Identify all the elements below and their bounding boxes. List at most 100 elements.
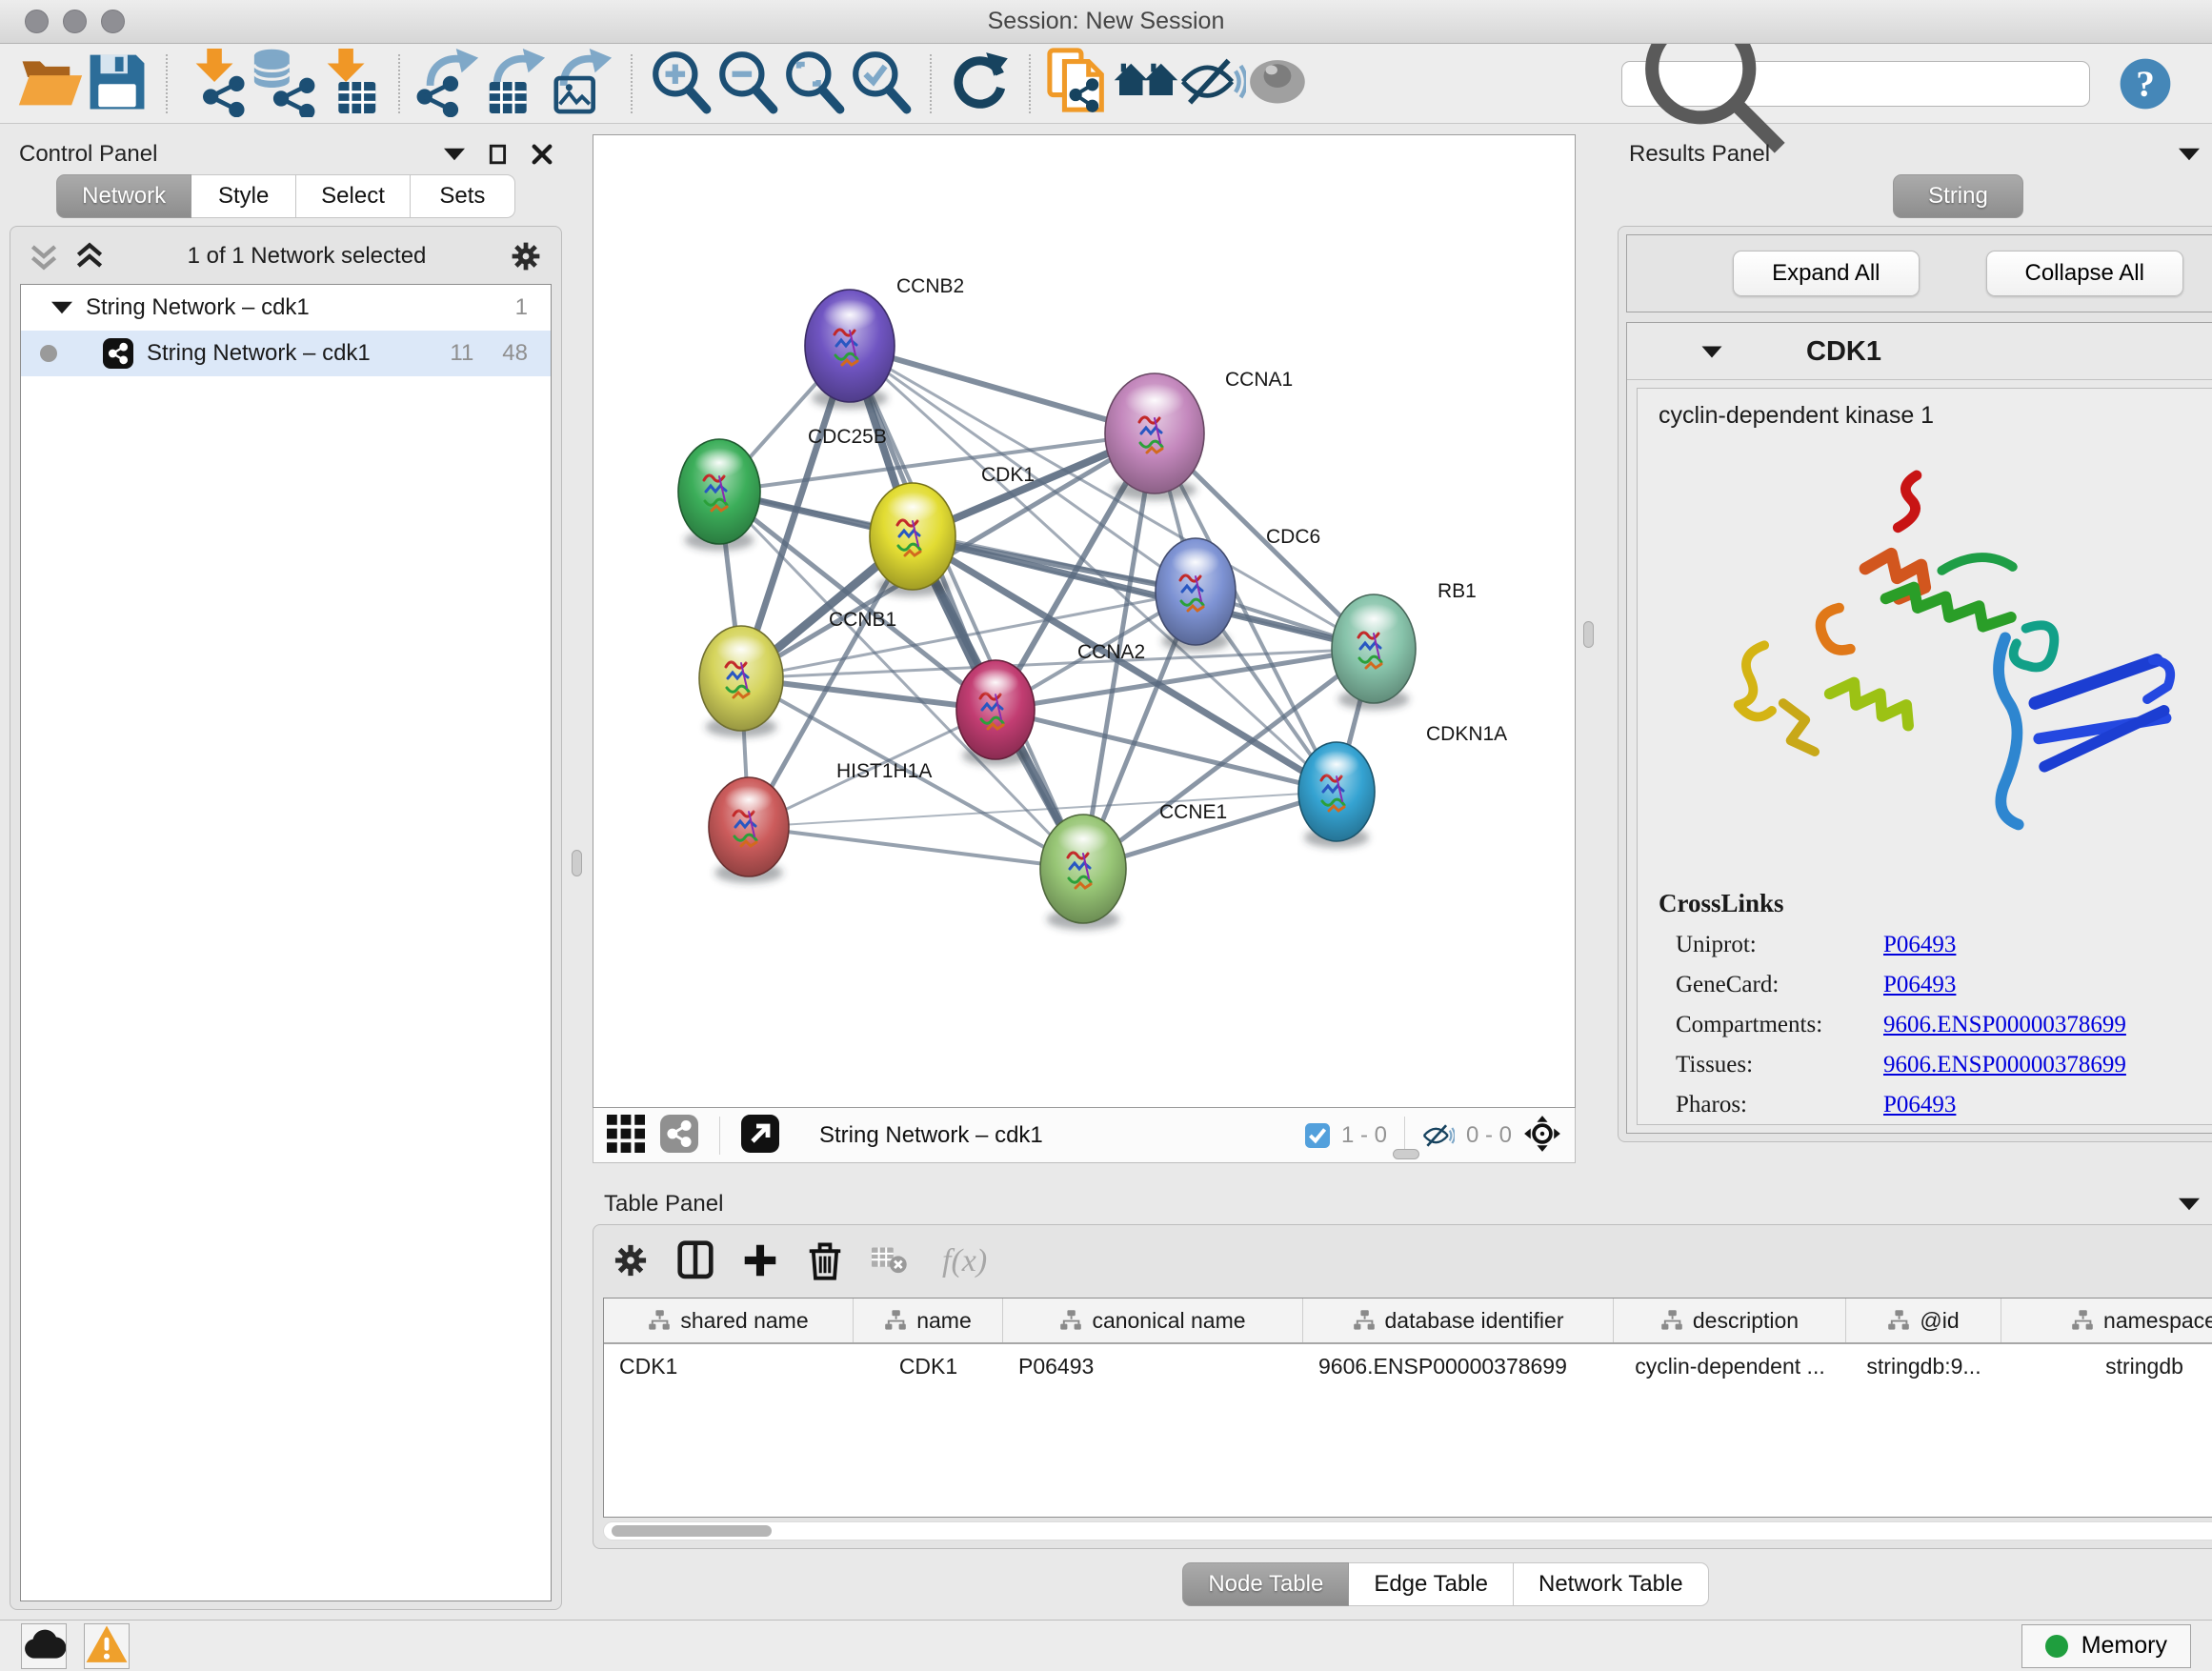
- dock-menu-icon[interactable]: [2179, 1194, 2200, 1215]
- birdseye-grid-button[interactable]: [607, 1117, 645, 1155]
- crosslink-link[interactable]: 9606.ENSP00000378699: [1883, 1012, 2126, 1038]
- expand-all-button[interactable]: Expand All: [1733, 251, 1919, 296]
- import-table-button[interactable]: [316, 50, 383, 117]
- warnings-button[interactable]: [84, 1623, 130, 1669]
- column-header-id[interactable]: @id: [1846, 1299, 2001, 1342]
- detach-view-button[interactable]: [741, 1117, 779, 1155]
- export-network-button[interactable]: [415, 50, 482, 117]
- network-node-ccna2[interactable]: CCNA2: [956, 641, 1145, 766]
- table-options-button[interactable]: [613, 1242, 649, 1280]
- zoom-in-button[interactable]: [648, 50, 714, 117]
- gene-symbol: CDK1: [1806, 336, 1881, 368]
- memory-button[interactable]: Memory: [2021, 1624, 2191, 1668]
- expand-all-icon[interactable]: [75, 242, 104, 271]
- tab-edge-table[interactable]: Edge Table: [1349, 1562, 1514, 1606]
- minimize-window-button[interactable]: [63, 10, 87, 33]
- tab-string[interactable]: String: [1893, 174, 2023, 218]
- hidden-eye-icon[interactable]: [1422, 1122, 1455, 1149]
- gene-description: cyclin-dependent kinase 1: [1659, 402, 2212, 430]
- column-header-database-identifier[interactable]: database identifier: [1303, 1299, 1614, 1342]
- collapse-all-button[interactable]: Collapse All: [1986, 251, 2183, 296]
- network-node-rb1[interactable]: RB1: [1332, 580, 1477, 710]
- save-floppy-icon: [84, 49, 151, 118]
- crosslink-link[interactable]: P06493: [1883, 972, 1956, 998]
- open-session-button[interactable]: [17, 50, 84, 117]
- function-builder-button[interactable]: f(x): [942, 1243, 987, 1279]
- zoom-fit-button[interactable]: [781, 50, 848, 117]
- selected-checkbox-icon[interactable]: [1305, 1123, 1330, 1148]
- column-header-shared-name[interactable]: shared name: [604, 1299, 854, 1342]
- add-column-button[interactable]: [742, 1242, 778, 1280]
- string-home-button[interactable]: [1113, 50, 1179, 117]
- collapse-all-icon[interactable]: [30, 242, 58, 271]
- network-options-button[interactable]: [510, 240, 542, 272]
- dock-menu-icon[interactable]: [444, 144, 465, 165]
- show-columns-button[interactable]: [677, 1242, 714, 1280]
- import-network-database-button[interactable]: [250, 50, 316, 117]
- right-splitter-handle[interactable]: [1583, 621, 1594, 648]
- cell-canonical-name: P06493: [1003, 1354, 1303, 1379]
- gene-card-body: cyclin-dependent kinase 1: [1637, 388, 2212, 1125]
- column-header-description[interactable]: description: [1614, 1299, 1846, 1342]
- dock-menu-icon[interactable]: [2179, 144, 2200, 165]
- tab-node-table[interactable]: Node Table: [1182, 1562, 1349, 1606]
- save-session-button[interactable]: [84, 50, 151, 117]
- search-input[interactable]: [1800, 70, 2078, 97]
- tab-style[interactable]: Style: [191, 174, 296, 218]
- close-window-button[interactable]: [25, 10, 49, 33]
- crosslink-row-compartments: Compartments:9606.ENSP00000378699: [1676, 1012, 2212, 1038]
- show-panel-button[interactable]: [1246, 50, 1313, 117]
- zoom-selected-button[interactable]: [848, 50, 915, 117]
- column-header-name[interactable]: name: [854, 1299, 1003, 1342]
- network-node-cdkn1a[interactable]: CDKN1A: [1298, 723, 1507, 848]
- export-table-button[interactable]: [482, 50, 549, 117]
- gene-card-header[interactable]: CDK1: [1627, 323, 2212, 380]
- cloud-status-button[interactable]: [21, 1623, 67, 1669]
- network-node-cdc25b[interactable]: CDC25B: [678, 426, 887, 551]
- network-node-ccna1[interactable]: CCNA1: [1105, 369, 1293, 500]
- collection-label: String Network – cdk1: [86, 294, 310, 321]
- crosslink-link[interactable]: 9606.ENSP00000378699: [1883, 1052, 2126, 1078]
- table-horizontal-scrollbar[interactable]: [603, 1521, 2212, 1540]
- network-collection-row[interactable]: String Network – cdk1 1: [21, 285, 551, 331]
- toolbar-separator: [166, 54, 168, 113]
- table-row[interactable]: CDK1CDK1P064939606.ENSP00000378699cyclin…: [604, 1344, 2212, 1388]
- maximize-window-button[interactable]: [101, 10, 125, 33]
- export-image-button[interactable]: [549, 50, 615, 117]
- network-node-ccnb2[interactable]: CCNB2: [805, 275, 964, 409]
- help-button[interactable]: ?: [2119, 57, 2172, 111]
- scrollbar-thumb[interactable]: [612, 1525, 772, 1537]
- string-import-button[interactable]: [1046, 50, 1113, 117]
- left-splitter-handle[interactable]: [572, 850, 582, 876]
- delete-column-button[interactable]: [807, 1242, 843, 1280]
- network-canvas[interactable]: CCNB2CCNA1CDC25BCDK1CDC6RB1CCNB1CCNA2CDK…: [593, 134, 1576, 1108]
- crosslink-link[interactable]: P06493: [1883, 1092, 1956, 1118]
- dock-float-icon[interactable]: [488, 144, 509, 165]
- tab-select[interactable]: Select: [296, 174, 411, 218]
- crosslink-link[interactable]: P06493: [1883, 932, 1956, 958]
- network-node-count: 11: [450, 340, 473, 367]
- horizontal-splitter-handle[interactable]: [1393, 1149, 1419, 1159]
- import-network-file-button[interactable]: [183, 50, 250, 117]
- tab-sets[interactable]: Sets: [411, 174, 515, 218]
- crosslink-label: Compartments:: [1676, 1012, 1883, 1038]
- node-label-ccna2: CCNA2: [1077, 641, 1145, 663]
- delete-table-button[interactable]: [872, 1242, 908, 1280]
- apply-layout-button[interactable]: [947, 50, 1014, 117]
- collection-expander-icon[interactable]: [51, 300, 72, 315]
- tab-network[interactable]: Network: [56, 174, 191, 218]
- open-folder-icon: [17, 54, 84, 113]
- network-node-ccne1[interactable]: CCNE1: [1040, 801, 1227, 930]
- network-share-button[interactable]: [660, 1117, 698, 1155]
- hide-panel-button[interactable]: [1179, 50, 1246, 117]
- zoom-out-button[interactable]: [714, 50, 781, 117]
- network-row[interactable]: String Network – cdk1 11 48: [21, 331, 551, 376]
- dock-close-icon[interactable]: [532, 144, 553, 165]
- node-label-cdc6: CDC6: [1266, 526, 1320, 548]
- column-header-namespace[interactable]: namespace: [2001, 1299, 2212, 1342]
- network-graph[interactable]: CCNB2CCNA1CDC25BCDK1CDC6RB1CCNB1CCNA2CDK…: [593, 135, 1575, 1107]
- tab-network-table[interactable]: Network Table: [1514, 1562, 1709, 1606]
- fit-selected-button[interactable]: [1523, 1117, 1561, 1155]
- gene-expander-icon[interactable]: [1701, 345, 1722, 359]
- column-header-canonical-name[interactable]: canonical name: [1003, 1299, 1303, 1342]
